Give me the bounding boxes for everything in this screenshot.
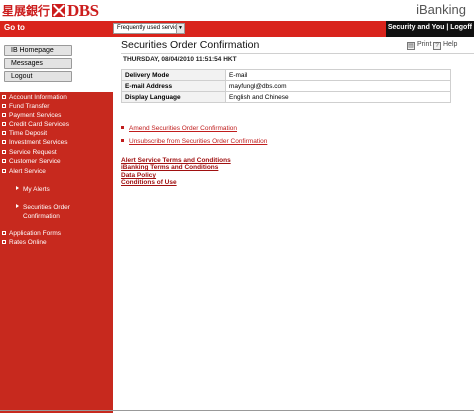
security-logoff-bar: Security and You | Logoff — [386, 21, 474, 37]
help-label: Help — [443, 41, 458, 48]
sidebar-subitem-label: My Alerts — [23, 186, 50, 193]
conditions-of-use-link[interactable]: Conditions of Use — [121, 179, 177, 186]
unsubscribe-confirmation-link[interactable]: Unsubscribe from Securities Order Confir… — [121, 138, 267, 145]
row-value: English and Chinese — [225, 91, 451, 103]
help-icon: ? — [433, 42, 441, 50]
sidebar-item-label: Fund Transfer — [9, 103, 50, 110]
unsubscribe-link-label: Unsubscribe from Securities Order Confir… — [129, 138, 268, 145]
main-content: Securities Order Confirmation ▤ Print ? He… — [113, 37, 474, 413]
bullet-square-icon — [2, 113, 6, 117]
printer-icon: ▤ — [407, 42, 415, 50]
bullet-square-icon — [2, 140, 6, 144]
sidebar-item-investment-services[interactable]: Investment Services — [0, 138, 113, 148]
row-value: E-mail — [225, 69, 451, 81]
select-arrow-icon[interactable]: ▼ — [176, 24, 184, 33]
goto-label: Go to — [4, 23, 25, 32]
ibanking-terms-link[interactable]: iBanking Terms and Conditions — [121, 164, 218, 171]
triangle-right-icon — [16, 186, 19, 190]
sidebar-nav: Account Information Fund Transfer Paymen… — [0, 92, 113, 413]
sidebar-item-label: Alert Service — [9, 168, 46, 175]
logo-chinese-text: 星展銀行 — [2, 4, 51, 18]
header: 星展銀行 DBS iBanking — [0, 0, 474, 21]
sidebar-item-label: Account Information — [9, 94, 67, 101]
bullet-icon — [121, 126, 124, 129]
sidebar-item-label: Application Forms — [9, 230, 62, 237]
bullet-icon — [121, 139, 124, 142]
help-button[interactable]: ? Help — [433, 41, 457, 50]
table-row: E-mail Address mayfungl@dbs.com — [121, 80, 451, 92]
sidebar-subitem-label: Securities Order — [23, 204, 70, 211]
row-label: E-mail Address — [121, 80, 226, 92]
bullet-square-icon — [2, 95, 6, 99]
dbs-logo[interactable]: 星展銀行 DBS — [2, 0, 99, 20]
page-title: Securities Order Confirmation — [121, 39, 260, 51]
print-label: Print — [417, 41, 432, 48]
row-value: mayfungl@dbs.com — [225, 80, 451, 92]
bullet-square-icon — [2, 131, 6, 135]
sidebar-item-label: Credit Card Services — [9, 121, 69, 128]
sidebar-subitem-my-alerts[interactable]: My Alerts — [16, 185, 50, 194]
ib-homepage-button[interactable]: IB Homepage — [4, 45, 72, 56]
amend-link-label: Amend Securities Order Confirmation — [129, 125, 238, 132]
settings-table: Delivery Mode E-mail E-mail Address mayf… — [121, 69, 451, 103]
messages-button[interactable]: Messages — [4, 58, 72, 69]
sidebar-item-rates-online[interactable]: Rates Online — [0, 238, 113, 248]
sidebar-item-label: Customer Service — [9, 158, 61, 165]
sidebar-item-label: Time Deposit — [9, 130, 48, 137]
bullet-square-icon — [2, 159, 6, 163]
sidebar-subitem-securities-order-confirmation[interactable]: Securities Order — [16, 203, 70, 212]
sidebar-item-label: Payment Services — [9, 112, 62, 119]
sidebar-subitem-label-continued[interactable]: Confirmation — [23, 212, 60, 221]
timestamp: THURSDAY, 08/04/2010 11:51:54 HKT — [123, 56, 237, 63]
divider — [0, 410, 474, 411]
alert-service-terms-link[interactable]: Alert Service Terms and Conditions — [121, 157, 231, 164]
bullet-square-icon — [2, 150, 6, 154]
frequently-used-services-select[interactable]: Frequently used services ... ▼ — [113, 23, 185, 40]
sidebar-item-label: Rates Online — [9, 239, 47, 246]
bullet-square-icon — [2, 122, 6, 126]
sidebar-item-label: Investment Services — [9, 139, 68, 146]
sidebar-item-alert-service[interactable]: Alert Service — [0, 167, 113, 177]
table-row: Display Language English and Chinese — [121, 91, 451, 103]
data-policy-link[interactable]: Data Policy — [121, 172, 156, 179]
security-logoff-links[interactable]: Security and You | Logoff — [388, 24, 472, 31]
bullet-square-icon — [2, 231, 6, 235]
bullet-square-icon — [2, 169, 6, 173]
sidebar-buttons: IB Homepage Messages Logout — [0, 37, 113, 92]
bullet-square-icon — [2, 240, 6, 244]
table-row: Delivery Mode E-mail — [121, 69, 451, 81]
logo-dbs-text: DBS — [67, 0, 99, 20]
amend-confirmation-link[interactable]: Amend Securities Order Confirmation — [121, 125, 237, 132]
bullet-square-icon — [2, 104, 6, 108]
row-label: Delivery Mode — [121, 69, 226, 81]
sidebar-item-customer-service[interactable]: Customer Service — [0, 157, 113, 167]
sidebar-item-label: Service Request — [9, 149, 57, 156]
dbs-x-icon — [52, 4, 66, 17]
print-button[interactable]: ▤ Print — [407, 41, 431, 50]
browser-page: 星展銀行 DBS iBanking Go to Frequently used … — [0, 0, 474, 413]
divider — [121, 53, 474, 54]
triangle-right-icon — [16, 204, 19, 208]
row-label: Display Language — [121, 91, 226, 103]
logout-button[interactable]: Logout — [4, 71, 72, 82]
ibanking-title: iBanking — [416, 2, 466, 17]
